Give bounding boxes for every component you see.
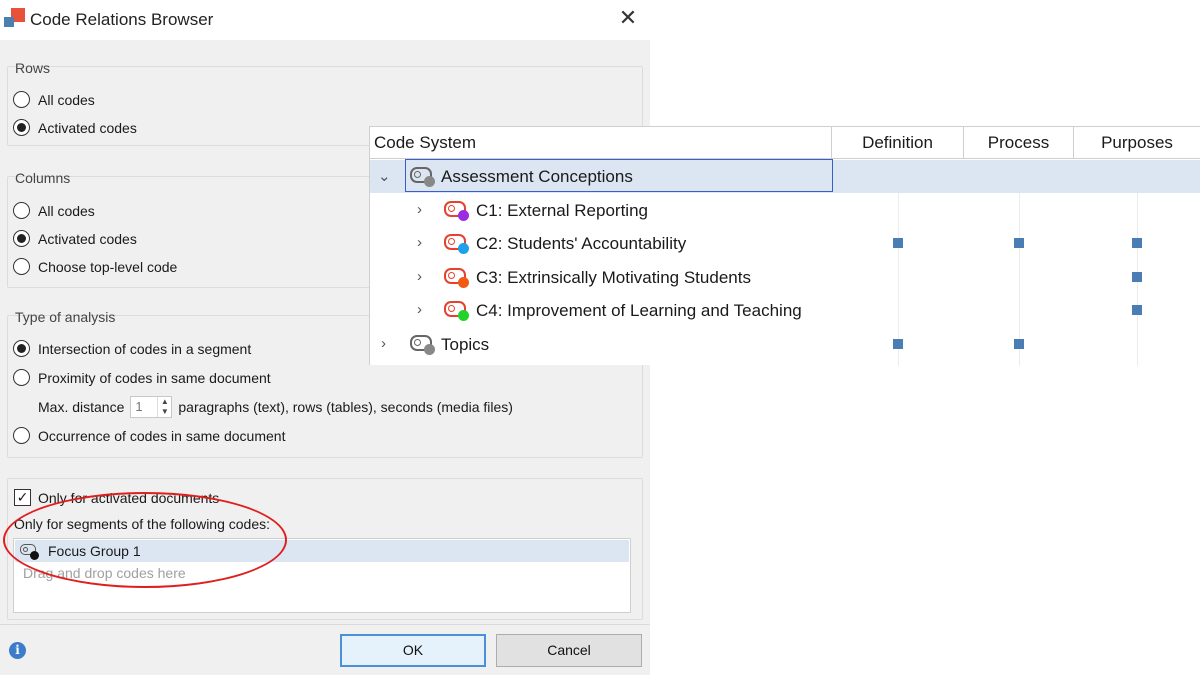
chevron-right-icon[interactable]: › xyxy=(417,201,422,218)
row-label: C2: Students' Accountability xyxy=(476,234,687,253)
chevron-down-icon[interactable]: ⌄ xyxy=(378,167,391,185)
code-system-header[interactable]: Code System xyxy=(370,127,832,159)
chevron-right-icon[interactable]: › xyxy=(417,234,422,251)
cell-mark-2-2[interactable] xyxy=(1132,238,1142,248)
matrix-row[interactable] xyxy=(370,328,1200,361)
columns-top-level-code-radio[interactable]: Choose top-level code xyxy=(13,258,177,275)
column-header-definition[interactable]: Definition xyxy=(832,127,964,159)
max-distance-stepper[interactable]: 1 ▲ ▼ xyxy=(130,396,173,418)
proximity-radio[interactable]: Proximity of codes in same document xyxy=(13,369,271,386)
chevron-right-icon[interactable]: › xyxy=(417,268,422,285)
analysis-label: Type of analysis xyxy=(15,309,116,325)
cell-mark-2-0[interactable] xyxy=(893,238,903,248)
max-distance-label: Max. distance xyxy=(38,399,125,415)
row-label: Topics xyxy=(441,335,490,354)
code-icon xyxy=(444,267,474,289)
columns-activated-codes-radio[interactable]: Activated codes xyxy=(13,230,137,247)
cancel-button[interactable]: Cancel xyxy=(496,634,642,667)
code-folder-icon xyxy=(410,166,440,188)
chevron-right-icon[interactable]: › xyxy=(417,301,422,318)
close-icon[interactable]: ✕ xyxy=(618,7,638,29)
rows-activated-codes-radio[interactable]: Activated codes xyxy=(13,119,137,136)
checkmark-icon: ✓ xyxy=(14,489,31,506)
max-distance-unit: paragraphs (text), rows (tables), second… xyxy=(178,399,513,415)
chevron-right-icon[interactable]: › xyxy=(381,335,386,352)
columns-all-codes-radio[interactable]: All codes xyxy=(13,202,95,219)
code-folder-icon xyxy=(410,334,440,356)
cell-mark-5-0[interactable] xyxy=(893,339,903,349)
cell-mark-2-1[interactable] xyxy=(1014,238,1024,248)
row-label: C1: External Reporting xyxy=(476,201,648,220)
column-header-process[interactable]: Process xyxy=(964,127,1074,159)
row-label: Assessment Conceptions xyxy=(441,167,633,186)
code-icon xyxy=(444,300,474,322)
columns-label: Columns xyxy=(15,170,71,186)
max-distance-row: Max. distance 1 ▲ ▼ paragraphs (text), ro… xyxy=(38,396,513,418)
code-icon xyxy=(444,200,474,222)
code-relations-matrix: Code System Definition Process Purposes … xyxy=(369,126,1200,366)
column-header-purposes[interactable]: Purposes xyxy=(1074,127,1200,159)
app-logo xyxy=(4,8,26,30)
cell-mark-3-2[interactable] xyxy=(1132,272,1142,282)
highlight-ellipse xyxy=(3,492,287,588)
row-label: C3: Extrinsically Motivating Students xyxy=(476,268,751,287)
code-icon xyxy=(444,233,474,255)
title-bar: Code Relations Browser ✕ xyxy=(0,0,650,40)
dialog-title: Code Relations Browser xyxy=(30,10,214,29)
rows-label: Rows xyxy=(15,60,51,76)
info-icon[interactable]: i xyxy=(9,642,26,659)
row-label: C4: Improvement of Learning and Teaching xyxy=(476,301,802,320)
intersection-radio[interactable]: Intersection of codes in a segment xyxy=(13,340,251,357)
cell-mark-5-1[interactable] xyxy=(1014,339,1024,349)
stepper-arrows-icon[interactable]: ▲ ▼ xyxy=(157,397,171,417)
rows-all-codes-radio[interactable]: All codes xyxy=(13,91,95,108)
cell-mark-4-2[interactable] xyxy=(1132,305,1142,315)
occurrence-radio[interactable]: Occurrence of codes in same document xyxy=(13,427,285,444)
ok-button[interactable]: OK xyxy=(340,634,486,667)
